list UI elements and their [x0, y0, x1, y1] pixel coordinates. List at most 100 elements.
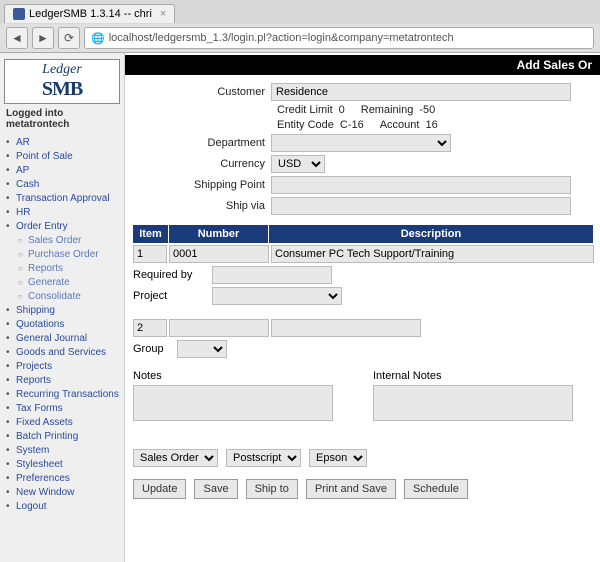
tab-bar: LedgerSMB 1.3.14 -- chri × — [0, 0, 600, 24]
sidebar-link[interactable]: Stylesheet — [16, 459, 63, 470]
sidebar-link[interactable]: Preferences — [16, 473, 70, 484]
action-buttons: Update Save Ship to Print and Save Sched… — [133, 479, 594, 499]
sidebar-item: Quotations — [4, 318, 120, 332]
project-select[interactable] — [212, 287, 342, 305]
sidebar-link[interactable]: Batch Printing — [16, 431, 78, 442]
ship-via-label: Ship via — [133, 200, 271, 212]
ship-via-row: Ship via — [133, 197, 594, 215]
sidebar-item: AR — [4, 136, 120, 150]
forward-button[interactable]: ► — [32, 27, 54, 49]
notes-label: Notes — [133, 370, 333, 382]
submenu-link[interactable]: Consolidate — [28, 291, 81, 302]
sidebar-item: New Window — [4, 486, 120, 500]
credit-row: Credit Limit 0 Remaining -50 — [133, 104, 594, 116]
number-2[interactable] — [169, 319, 269, 337]
submenu-item: Generate — [16, 276, 120, 290]
printer-select[interactable]: Epson — [309, 449, 367, 467]
project-label: Project — [133, 290, 208, 302]
sidebar-link[interactable]: Recurring Transactions — [16, 389, 119, 400]
tab-title: LedgerSMB 1.3.14 -- chri — [29, 8, 152, 20]
currency-select[interactable]: USD — [271, 155, 325, 173]
internal-notes-textarea[interactable] — [373, 385, 573, 421]
ship-to-button[interactable]: Ship to — [246, 479, 298, 499]
currency-label: Currency — [133, 158, 271, 170]
sidebar-link[interactable]: System — [16, 445, 49, 456]
item-1[interactable] — [133, 245, 167, 263]
sidebar-link[interactable]: HR — [16, 207, 30, 218]
logo-top: Ledger — [7, 62, 117, 78]
format-select[interactable]: Postscript — [226, 449, 301, 467]
print-save-button[interactable]: Print and Save — [306, 479, 396, 499]
header-description: Description — [269, 225, 594, 243]
sidebar-link[interactable]: Quotations — [16, 319, 64, 330]
grid-row-1 — [133, 245, 594, 263]
currency-row: Currency USD — [133, 155, 594, 173]
submenu-link[interactable]: Sales Order — [28, 235, 81, 246]
sidebar-item: Transaction Approval — [4, 192, 120, 206]
description-1[interactable] — [271, 245, 594, 263]
sidebar-link[interactable]: General Journal — [16, 333, 87, 344]
sidebar-link[interactable]: Logout — [16, 501, 47, 512]
remaining-label: Remaining — [361, 104, 414, 116]
sidebar-link[interactable]: Projects — [16, 361, 52, 372]
sidebar-link[interactable]: AR — [16, 137, 30, 148]
sidebar-link[interactable]: Goods and Services — [16, 347, 106, 358]
submenu-item: Purchase Order — [16, 248, 120, 262]
sidebar-link[interactable]: Order Entry — [16, 221, 68, 232]
update-button[interactable]: Update — [133, 479, 186, 499]
url-bar[interactable]: 🌐 localhost/ledgersmb_1.3/login.pl?actio… — [84, 27, 594, 49]
department-row: Department — [133, 134, 594, 152]
required-by-input[interactable] — [212, 266, 332, 284]
browser-chrome: LedgerSMB 1.3.14 -- chri × ◄ ► ⟳ 🌐 local… — [0, 0, 600, 53]
close-tab-icon[interactable]: × — [160, 8, 166, 20]
back-button[interactable]: ◄ — [6, 27, 28, 49]
doc-type-select[interactable]: Sales Order — [133, 449, 218, 467]
ship-via-input[interactable] — [271, 197, 571, 215]
notes-block: Notes — [133, 370, 333, 421]
sidebar-item: Tax Forms — [4, 402, 120, 416]
required-by-row: Required by — [133, 266, 594, 284]
customer-input[interactable] — [271, 83, 571, 101]
logo-bottom: SMB — [7, 78, 117, 101]
sidebar-item: Goods and Services — [4, 346, 120, 360]
submenu-item: Consolidate — [16, 290, 120, 304]
sidebar-item: Order Entry Sales Order Purchase Order Repo… — [4, 220, 120, 304]
sidebar-link[interactable]: Shipping — [16, 305, 55, 316]
department-select[interactable] — [271, 134, 451, 152]
reload-button[interactable]: ⟳ — [58, 27, 80, 49]
header-item: Item — [133, 225, 169, 243]
save-button[interactable]: Save — [194, 479, 237, 499]
sidebar-link[interactable]: Cash — [16, 179, 39, 190]
sidebar-link[interactable]: Transaction Approval — [16, 193, 110, 204]
form-area: Customer Credit Limit 0 Remaining -50 En… — [125, 83, 600, 499]
number-1[interactable] — [169, 245, 269, 263]
submenu-link[interactable]: Purchase Order — [28, 249, 99, 260]
submenu-link[interactable]: Generate — [28, 277, 70, 288]
description-2[interactable] — [271, 319, 421, 337]
sidebar-link[interactable]: AP — [16, 165, 29, 176]
browser-tab[interactable]: LedgerSMB 1.3.14 -- chri × — [4, 4, 175, 23]
logo: Ledger SMB — [4, 59, 120, 104]
sidebar-link[interactable]: Fixed Assets — [16, 417, 73, 428]
item-2[interactable] — [133, 319, 167, 337]
sidebar-link[interactable]: New Window — [16, 487, 74, 498]
submenu-link[interactable]: Reports — [28, 263, 63, 274]
schedule-button[interactable]: Schedule — [404, 479, 468, 499]
submenu-item: Reports — [16, 262, 120, 276]
sidebar-item: System — [4, 444, 120, 458]
entity-row: Entity Code C-16 Account 16 — [133, 119, 594, 131]
sidebar-link[interactable]: Point of Sale — [16, 151, 73, 162]
account-value: 16 — [425, 119, 437, 131]
customer-row: Customer — [133, 83, 594, 101]
group-select[interactable] — [177, 340, 227, 358]
sidebar-link[interactable]: Reports — [16, 375, 51, 386]
sidebar-menu: AR Point of Sale AP Cash Transaction Approva… — [4, 136, 120, 514]
grid-row-2 — [133, 319, 594, 337]
sidebar-link[interactable]: Tax Forms — [16, 403, 63, 414]
sidebar-item: Preferences — [4, 472, 120, 486]
internal-notes-block: Internal Notes — [373, 370, 573, 421]
required-by-label: Required by — [133, 269, 208, 281]
submenu-item: Sales Order — [16, 234, 120, 248]
shipping-point-input[interactable] — [271, 176, 571, 194]
notes-textarea[interactable] — [133, 385, 333, 421]
